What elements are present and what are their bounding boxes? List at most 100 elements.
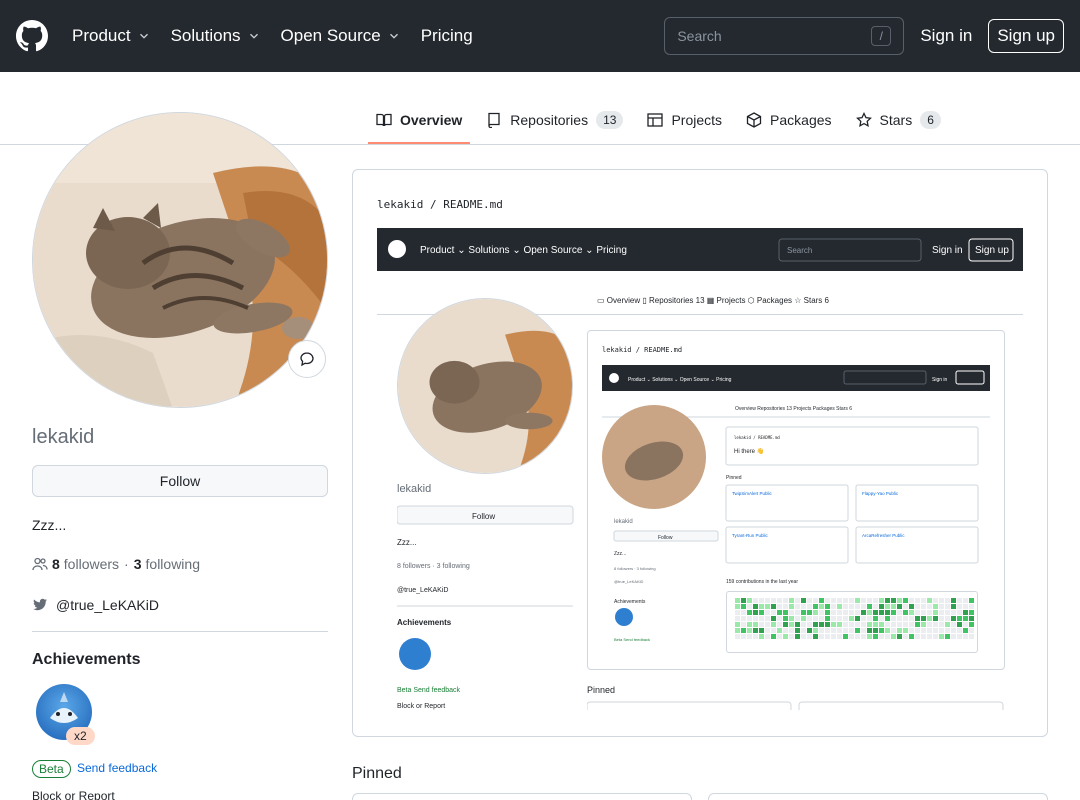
pinned-title: Pinned [352,765,402,782]
pinned-card[interactable] [352,793,692,800]
contribution-cell [837,622,842,627]
contribution-cell [819,610,824,615]
svg-text:8 followers · 3 following: 8 followers · 3 following [614,566,656,571]
contribution-cell [897,610,902,615]
contribution-cell [957,604,962,609]
contribution-cell [777,634,782,639]
contribution-cell [831,610,836,615]
contribution-cell [867,634,872,639]
tab-repositories[interactable]: Repositories 13 [478,96,631,144]
contribution-cell [837,610,842,615]
tab-stars[interactable]: Stars 6 [848,96,949,144]
contribution-cell [921,628,926,633]
contribution-cell [747,622,752,627]
contribution-cell [873,598,878,603]
contribution-cell [873,634,878,639]
contribution-cell [903,616,908,621]
contribution-cell [735,616,740,621]
svg-text:Zzz...: Zzz... [614,551,626,557]
contribution-cell [861,610,866,615]
contribution-cell [879,616,884,621]
followers-link[interactable]: 8 followers [52,556,119,572]
contribution-cell [861,622,866,627]
avatar[interactable] [32,112,328,408]
contribution-cell [963,598,968,603]
contribution-cell [927,604,932,609]
contribution-cell [939,616,944,621]
search-input[interactable]: Search / [664,17,905,55]
contribution-cell [933,634,938,639]
svg-text:TwipSimAlert Public: TwipSimAlert Public [732,491,773,496]
star-icon [855,112,872,128]
contribution-cell [933,622,938,627]
contribution-cell [765,604,770,609]
pinned-card[interactable] [708,793,1048,800]
contribution-cell [939,610,944,615]
tab-stars-label: Stars [879,112,913,128]
contribution-cell [891,598,896,603]
contribution-cell [969,634,974,639]
contribution-cell [867,604,872,609]
following-link[interactable]: 3 following [134,556,200,572]
contribution-cell [759,622,764,627]
contribution-cell [825,634,830,639]
nav-open-source[interactable]: Open Source [281,26,401,46]
contribution-cell [921,622,926,627]
nav-open-source-label: Open Source [280,26,381,45]
chevron-down-icon [389,33,398,39]
nav-solutions[interactable]: Solutions [171,26,261,46]
contribution-cell [789,634,794,639]
contribution-cells [735,598,974,639]
tab-projects[interactable]: Projects [639,96,730,144]
sign-in-link[interactable]: Sign in [920,26,972,46]
contribution-cell [963,604,968,609]
contribution-cell [861,634,866,639]
github-logo-icon[interactable] [16,20,48,52]
contribution-cell [819,616,824,621]
nav-product[interactable]: Product [72,26,151,46]
contribution-cell [933,628,938,633]
contribution-cell [945,598,950,603]
sign-up-button[interactable]: Sign up [988,19,1064,53]
block-or-report-link[interactable]: Block or Report [32,789,115,800]
contribution-cell [837,628,842,633]
contribution-cell [855,616,860,621]
contribution-cell [747,634,752,639]
contribution-cell [849,628,854,633]
contribution-cell [939,598,944,603]
status-button[interactable] [288,340,326,378]
nav-pricing[interactable]: Pricing [421,26,473,46]
svg-text:Hi there 👋: Hi there 👋 [734,447,764,455]
svg-text:Sign up: Sign up [975,245,1009,256]
repo-icon [488,112,500,128]
contribution-cell [741,622,746,627]
contribution-cell [789,616,794,621]
contribution-cell [759,604,764,609]
nested-readme-path: lekakid / README.md [602,346,682,354]
nav-solutions-label: Solutions [170,26,241,45]
twitter-link[interactable]: @true_LeKAKiD [32,597,159,613]
contribution-cell [885,634,890,639]
contribution-cell [843,604,848,609]
contribution-cell [957,598,962,603]
profile-bio: Zzz... [32,517,67,533]
contribution-cell [825,604,830,609]
nav-product-label: Product [72,26,131,45]
contribution-cell [765,634,770,639]
contribution-cell [753,628,758,633]
send-feedback-link[interactable]: Send feedback [77,761,157,775]
contribution-cell [831,628,836,633]
contribution-cell [759,628,764,633]
svg-text:Sign in: Sign in [932,245,963,256]
contribution-cell [843,598,848,603]
contribution-cell [933,598,938,603]
contribution-cell [867,610,872,615]
tab-overview[interactable]: Overview [368,96,471,144]
tab-packages[interactable]: Packages [738,96,839,144]
contribution-cell [879,610,884,615]
contribution-cell [927,628,932,633]
contribution-cell [825,616,830,621]
contribution-cell [795,598,800,603]
follow-button[interactable]: Follow [32,465,328,497]
contribution-cell [849,610,854,615]
